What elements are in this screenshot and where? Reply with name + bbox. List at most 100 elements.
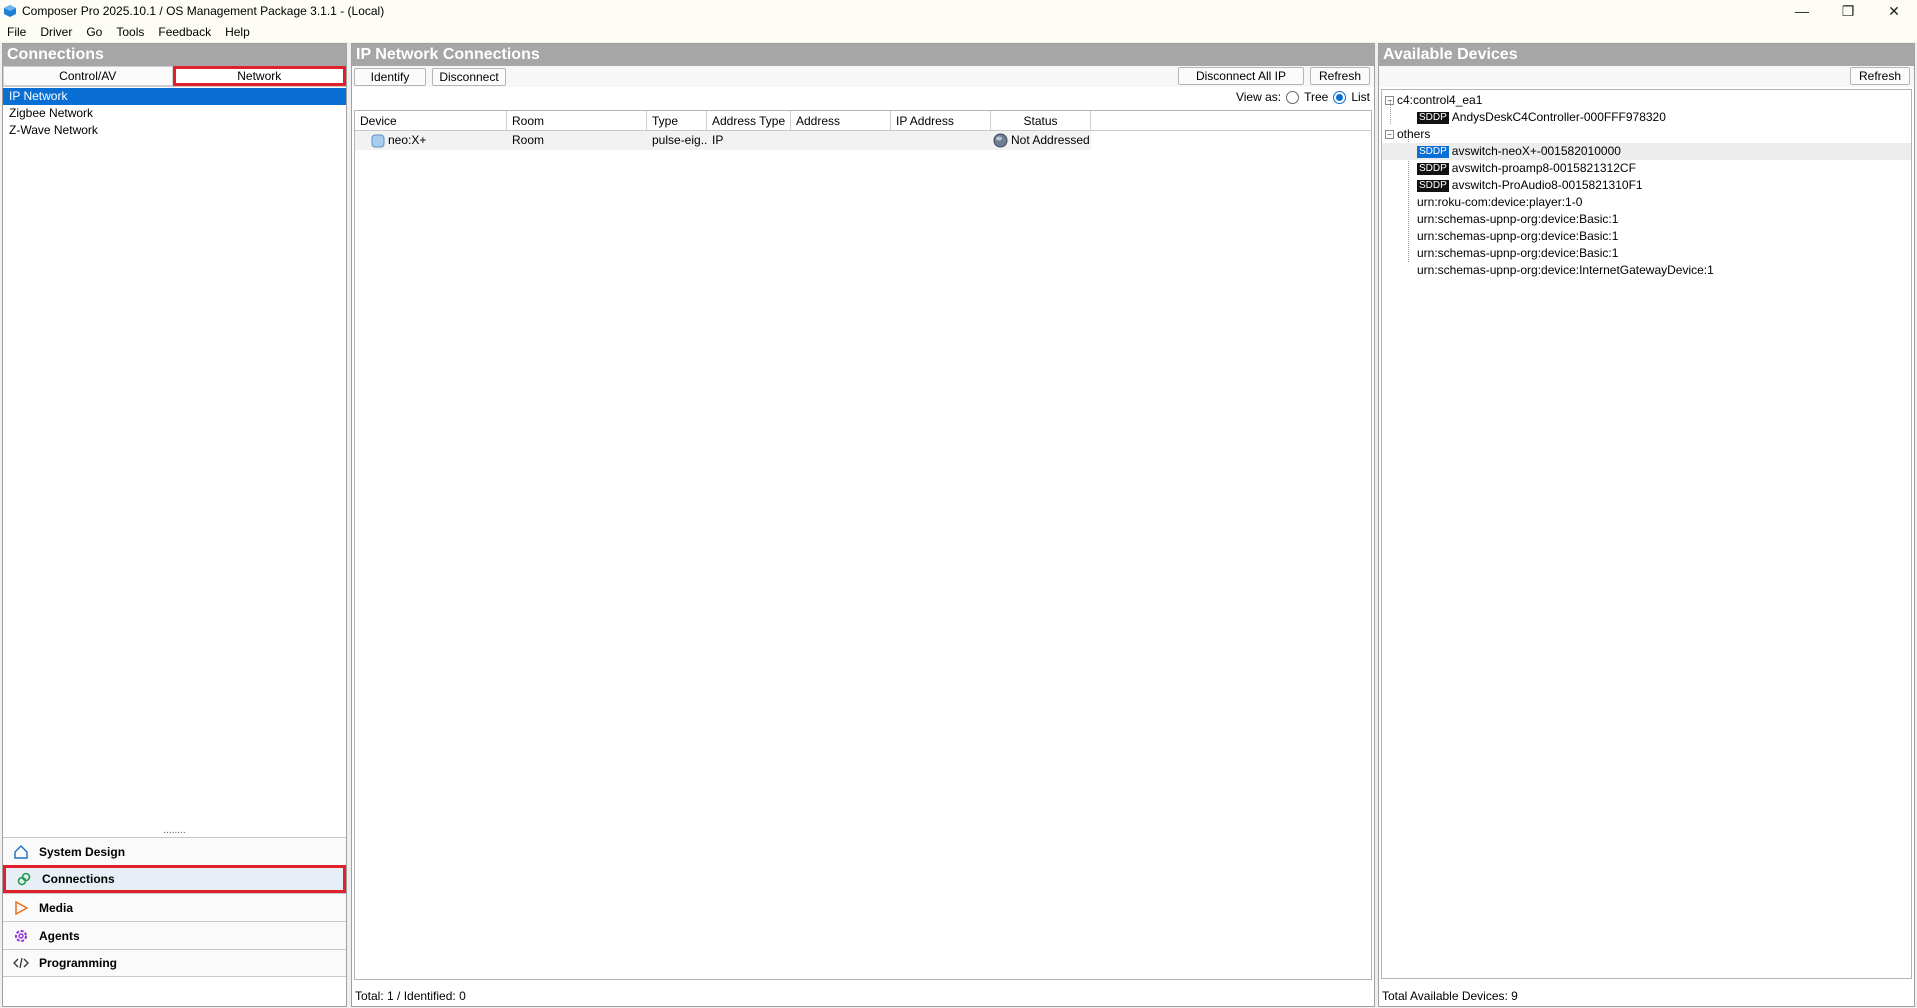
available-devices-header: Available Devices	[1379, 44, 1914, 66]
ip-connections-panel: IP Network Connections Identify Disconne…	[351, 43, 1375, 1007]
code-icon	[11, 954, 31, 972]
house-icon	[11, 843, 31, 861]
tree-item[interactable]: SDDP avswitch-ProAudio8-0015821310F1	[1382, 177, 1911, 194]
tree-item[interactable]: urn:schemas-upnp-org:device:Basic:1	[1382, 228, 1911, 245]
column-address[interactable]: Address	[791, 111, 891, 130]
ip-connections-header: IP Network Connections	[352, 44, 1374, 66]
tree-item-label: AndysDeskC4Controller-000FFF978320	[1451, 110, 1666, 124]
nav-label: System Design	[39, 844, 126, 859]
network-item-zigbee[interactable]: Zigbee Network	[3, 105, 346, 122]
tree-group-label: c4:control4_ea1	[1397, 93, 1483, 107]
cell-address	[791, 131, 891, 150]
menu-bar: File Driver Go Tools Feedback Help	[0, 22, 1917, 42]
navigation-bar: System Design Connections Media Agents P…	[3, 837, 346, 977]
minimize-button[interactable]: —	[1779, 0, 1825, 22]
nav-label: Programming	[39, 956, 118, 970]
window-controls: — ❐ ✕	[1779, 0, 1917, 22]
menu-help[interactable]: Help	[218, 25, 257, 39]
devices-toolbar: Refresh	[1379, 66, 1914, 87]
tree-group-control4[interactable]: − c4:control4_ea1	[1382, 92, 1911, 109]
tab-control-av[interactable]: Control/AV	[3, 66, 173, 86]
cell-address-type: IP	[712, 133, 724, 147]
ip-toolbar: Identify Disconnect Disconnect All IP Re…	[352, 66, 1374, 87]
connections-total: Total: 1 / Identified: 0	[355, 989, 466, 1003]
sddp-badge: SDDP	[1417, 145, 1449, 158]
network-item-ip[interactable]: IP Network	[3, 88, 346, 105]
tree-radio[interactable]	[1286, 90, 1300, 104]
column-address-type[interactable]: Address Type	[707, 111, 791, 130]
available-devices-panel: Available Devices Refresh − c4:control4_…	[1378, 43, 1915, 1007]
table-row[interactable]: neo:X+ Room pulse-eig... IP Not Addresse…	[355, 131, 1091, 150]
collapse-icon[interactable]: −	[1385, 96, 1394, 105]
tree-item[interactable]: SDDP AndysDeskC4Controller-000FFF978320	[1382, 109, 1911, 126]
devices-tree: − c4:control4_ea1 SDDP AndysDeskC4Contro…	[1381, 89, 1912, 979]
network-list: IP Network Zigbee Network Z-Wave Network	[3, 87, 346, 139]
tree-item-label: avswitch-neoX+-001582010000	[1451, 144, 1621, 158]
tree-item[interactable]: urn:schemas-upnp-org:device:InternetGate…	[1382, 262, 1911, 279]
tree-item[interactable]: urn:roku-com:device:player:1-0	[1382, 194, 1911, 211]
connections-panel: Connections Control/AV Network IP Networ…	[2, 43, 347, 1007]
close-button[interactable]: ✕	[1871, 0, 1917, 22]
nav-system-design[interactable]: System Design	[3, 837, 346, 865]
view-as-group: View as: Tree List	[352, 87, 1374, 107]
cell-room: Room	[512, 133, 545, 147]
nav-label: Agents	[39, 928, 80, 943]
tree-item[interactable]: SDDP avswitch-neoX+-001582010000	[1382, 143, 1911, 160]
title-bar: Composer Pro 2025.10.1 / OS Management P…	[0, 0, 1917, 22]
tree-radio-label: Tree	[1304, 90, 1329, 104]
menu-file[interactable]: File	[0, 25, 33, 39]
cell-device: neo:X+	[355, 131, 507, 150]
gear-icon	[11, 927, 31, 945]
column-ip-address[interactable]: IP Address	[891, 111, 991, 130]
connections-grid: Device Room Type Address Type Address IP…	[354, 110, 1372, 980]
device-name: neo:X+	[388, 133, 427, 147]
column-status[interactable]: Status	[991, 111, 1091, 130]
menu-driver[interactable]: Driver	[33, 25, 79, 39]
view-as-label: View as:	[1235, 90, 1282, 104]
list-radio-label: List	[1351, 90, 1370, 104]
link-icon	[14, 870, 34, 888]
collapse-icon[interactable]: −	[1385, 130, 1394, 139]
network-item-zwave[interactable]: Z-Wave Network	[3, 122, 346, 139]
nav-connections[interactable]: Connections	[3, 865, 346, 893]
disconnect-all-ip-button[interactable]: Disconnect All IP	[1178, 67, 1304, 85]
menu-feedback[interactable]: Feedback	[151, 25, 218, 39]
tab-network[interactable]: Network	[172, 66, 346, 86]
panel-splitter[interactable]: ........	[3, 826, 346, 837]
globe-icon	[993, 133, 1008, 148]
refresh-connections-button[interactable]: Refresh	[1310, 67, 1370, 85]
tree-group-others[interactable]: − others	[1382, 126, 1911, 143]
cell-status: Not Addressed	[991, 131, 1091, 150]
status-text: Not Addressed	[1011, 133, 1090, 147]
grid-header: Device Room Type Address Type Address IP…	[355, 111, 1371, 131]
tree-item[interactable]: urn:schemas-upnp-org:device:Basic:1	[1382, 245, 1911, 262]
column-room[interactable]: Room	[507, 111, 647, 130]
menu-go[interactable]: Go	[79, 25, 109, 39]
nav-label: Connections	[42, 872, 115, 886]
sddp-badge: SDDP	[1417, 111, 1449, 124]
available-devices-total: Total Available Devices: 9	[1382, 989, 1518, 1003]
list-radio[interactable]	[1333, 90, 1347, 104]
tree-item-label: avswitch-proamp8-0015821312CF	[1451, 161, 1636, 175]
tree-item[interactable]: urn:schemas-upnp-org:device:Basic:1	[1382, 211, 1911, 228]
disconnect-button[interactable]: Disconnect	[432, 67, 506, 86]
tree-group-label: others	[1397, 127, 1431, 141]
cell-ip-address	[891, 131, 991, 150]
nav-agents[interactable]: Agents	[3, 921, 346, 949]
connections-header: Connections	[3, 44, 346, 66]
refresh-devices-button[interactable]: Refresh	[1850, 67, 1910, 85]
tree-item[interactable]: SDDP avswitch-proamp8-0015821312CF	[1382, 160, 1911, 177]
restore-button[interactable]: ❐	[1825, 0, 1871, 22]
sddp-badge: SDDP	[1417, 179, 1449, 192]
nav-media[interactable]: Media	[3, 893, 346, 921]
column-device[interactable]: Device	[355, 111, 507, 130]
sddp-badge: SDDP	[1417, 162, 1449, 175]
tree-item-label: avswitch-ProAudio8-0015821310F1	[1451, 178, 1643, 192]
connection-tabs: Control/AV Network	[3, 66, 346, 87]
nav-label: Media	[39, 900, 74, 915]
menu-tools[interactable]: Tools	[109, 25, 151, 39]
column-type[interactable]: Type	[647, 111, 707, 130]
window-title: Composer Pro 2025.10.1 / OS Management P…	[22, 4, 385, 18]
nav-programming[interactable]: Programming	[3, 949, 346, 977]
identify-button[interactable]: Identify	[354, 67, 426, 86]
